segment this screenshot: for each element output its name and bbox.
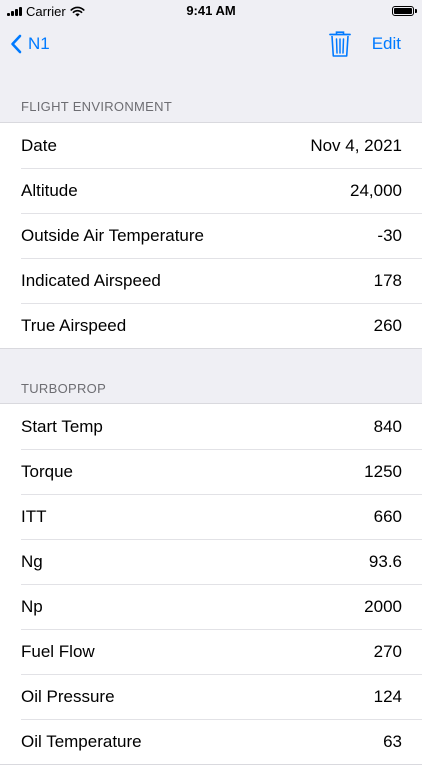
status-bar: Carrier 9:41 AM: [0, 0, 422, 22]
row-label: Start Temp: [21, 416, 103, 436]
row-value: Nov 4, 2021: [310, 135, 402, 155]
row-label: Altitude: [21, 180, 78, 200]
navigation-bar: N1 Edit: [0, 22, 422, 66]
back-button[interactable]: N1: [10, 22, 50, 66]
row-outside-air-temperature[interactable]: Outside Air Temperature -30: [0, 213, 422, 258]
row-indicated-airspeed[interactable]: Indicated Airspeed 178: [0, 258, 422, 303]
row-value: -30: [377, 225, 402, 245]
row-altitude[interactable]: Altitude 24,000: [0, 168, 422, 213]
row-torque[interactable]: Torque 1250: [0, 449, 422, 494]
row-oil-pressure[interactable]: Oil Pressure 124: [0, 674, 422, 719]
row-label: Oil Temperature: [21, 731, 142, 751]
row-label: Torque: [21, 461, 73, 481]
row-label: ITT: [21, 506, 47, 526]
row-value: 270: [373, 641, 402, 661]
row-value: 178: [373, 270, 402, 290]
trash-icon[interactable]: [328, 30, 352, 58]
row-value: 24,000: [350, 180, 402, 200]
row-true-airspeed[interactable]: True Airspeed 260: [0, 303, 422, 348]
section-header-flight-environment: FLIGHT ENVIRONMENT: [21, 99, 173, 114]
section-header-turboprop: TURBOPROP: [21, 381, 107, 396]
row-value: 2000: [364, 596, 402, 616]
row-label: Np: [21, 596, 43, 616]
chevron-left-icon: [11, 34, 22, 54]
row-itt[interactable]: ITT 660: [0, 494, 422, 539]
row-start-temp[interactable]: Start Temp 840: [0, 404, 422, 449]
row-value: 1250: [364, 461, 402, 481]
row-value: 260: [373, 315, 402, 335]
row-label: Outside Air Temperature: [21, 225, 204, 245]
row-label: True Airspeed: [21, 315, 127, 335]
status-time: 9:41 AM: [186, 3, 236, 18]
row-label: Indicated Airspeed: [21, 270, 161, 290]
row-value: 660: [373, 506, 402, 526]
back-button-label: N1: [28, 34, 50, 53]
row-fuel-flow[interactable]: Fuel Flow 270: [0, 629, 422, 674]
row-label: Ng: [21, 551, 43, 571]
row-label: Fuel Flow: [21, 641, 95, 661]
row-np[interactable]: Np 2000: [0, 584, 422, 629]
row-label: Oil Pressure: [21, 686, 115, 706]
turboprop-group: Start Temp 840 Torque 1250 ITT 660 Ng 93…: [0, 403, 422, 765]
battery-icon: [392, 6, 417, 16]
edit-button[interactable]: Edit: [372, 22, 401, 66]
row-ng[interactable]: Ng 93.6: [0, 539, 422, 584]
row-value: 63: [383, 731, 402, 751]
flight-environment-group: Date Nov 4, 2021 Altitude 24,000 Outside…: [0, 122, 422, 349]
row-value: 124: [373, 686, 402, 706]
row-date[interactable]: Date Nov 4, 2021: [0, 123, 422, 168]
row-label: Date: [21, 135, 57, 155]
row-value: 93.6: [368, 551, 402, 571]
row-value: 840: [373, 416, 402, 436]
row-oil-temperature[interactable]: Oil Temperature 63: [0, 719, 422, 764]
